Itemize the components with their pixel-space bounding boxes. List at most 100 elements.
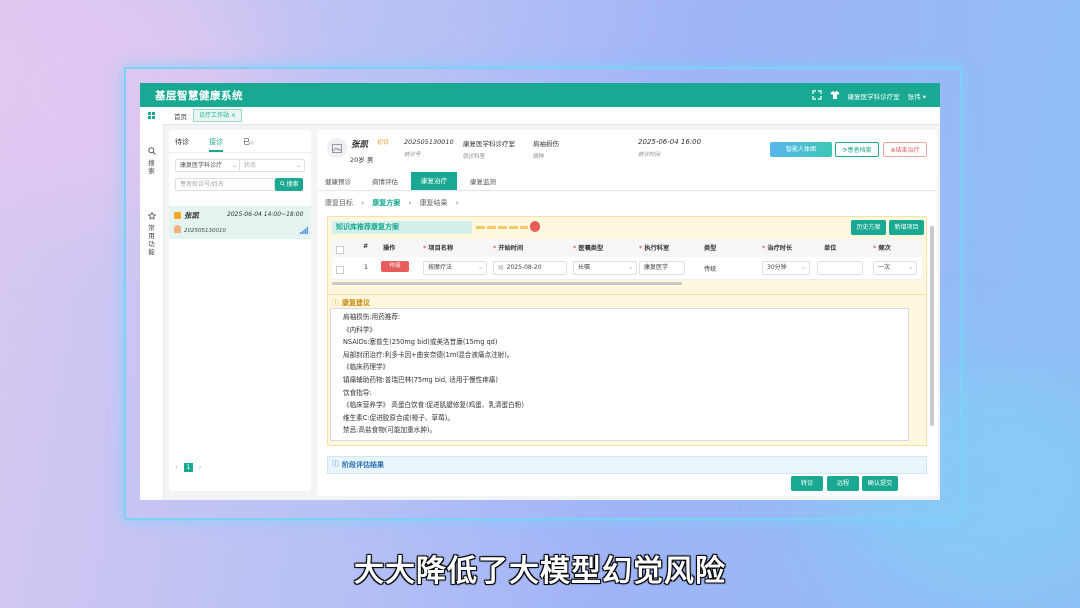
patient-age-gender: 20岁 男 xyxy=(350,156,374,164)
transfer-button[interactable]: 转诊 xyxy=(791,476,823,491)
user-name: 张伟 xyxy=(907,93,921,101)
col-name-label: 项目名称 xyxy=(428,245,454,252)
select-all-checkbox[interactable] xyxy=(336,246,344,254)
col-dept-label: 执行科室 xyxy=(644,245,670,252)
item-name-select[interactable]: 按摩疗法 ⌄ xyxy=(423,261,487,275)
shirt-icon xyxy=(830,90,840,102)
table-scrollbar[interactable] xyxy=(332,282,682,285)
user-menu[interactable]: 张伟 ▾ xyxy=(908,91,926,101)
col-freq: * 频次 xyxy=(873,245,891,252)
nav-common[interactable]: 常用功能 xyxy=(144,211,159,256)
vertical-scrollbar[interactable] xyxy=(930,226,934,426)
end-treatment-button[interactable]: ⊗结束治疗 xyxy=(883,142,927,157)
info-icon: ⓘ xyxy=(332,460,339,468)
left-nav: 搜索 常用功能 xyxy=(140,124,164,500)
confirm-submit-button[interactable]: 确认提交 xyxy=(862,476,898,491)
duration-select[interactable]: 30分钟 ⌄ xyxy=(762,261,810,275)
col-action: 操作 xyxy=(383,245,396,252)
row-type: 传统 xyxy=(704,266,717,273)
visit-time-label: 就诊时间 xyxy=(638,152,661,158)
advice-line: 镇痛辅助药物:普瑞巴林(75mg bid, 适用于慢性疼痛) xyxy=(343,375,498,384)
next-page-icon[interactable]: › xyxy=(199,463,202,471)
video-subtitle: 大大降低了大模型幻觉风险 xyxy=(354,554,726,589)
row-checkbox[interactable] xyxy=(336,266,344,274)
chevron-right-icon: › xyxy=(455,199,459,207)
visit-no-label: 就诊号 xyxy=(404,152,421,158)
exec-dept-select[interactable]: 康复医学 xyxy=(639,261,685,275)
void-button[interactable]: 作废 xyxy=(381,261,409,272)
tab-home[interactable]: 首页 xyxy=(174,111,187,121)
advice-textarea[interactable]: 肩袖损伤:用药推荐: 《内科学》 NSAIDs:塞普生(250mg bid)或美… xyxy=(330,308,909,441)
col-name: * 项目名称 xyxy=(423,245,454,252)
col-index: # xyxy=(363,243,369,250)
prev-page-icon[interactable]: ‹ xyxy=(175,463,178,471)
tab-workstation-label: 诊疗工作站 xyxy=(199,112,230,119)
page-number[interactable]: 1 xyxy=(183,463,193,472)
tab-done[interactable]: 已诊 xyxy=(243,137,254,152)
top-bar: 基层智慧健康系统 康复医学科诊疗室 张伟 ▾ xyxy=(140,83,940,107)
chevron-right-icon: › xyxy=(408,199,412,207)
tab-waiting[interactable]: 待诊 xyxy=(175,137,189,152)
dept-field: 康复医学科诊疗室 就诊科室 xyxy=(463,138,515,160)
step-plan[interactable]: 康复方案 xyxy=(372,199,400,207)
order-type-select[interactable]: 长嘱 ⌄ xyxy=(573,261,637,275)
tab-assessment[interactable]: 病情评估 xyxy=(372,176,398,186)
col-duration: * 治疗时长 xyxy=(762,245,793,252)
fullscreen-icon[interactable] xyxy=(812,90,822,102)
patient-card-id: 202505130010 xyxy=(184,228,226,234)
dept-label: 就诊科室 xyxy=(463,154,486,160)
info-icon: ⓘ xyxy=(332,299,339,307)
item-name-value: 按摩疗法 xyxy=(428,264,453,271)
stage-title: 阶段评估结果 xyxy=(342,461,384,469)
body-map-button[interactable]: 智能人体图 xyxy=(770,142,832,157)
section-tabs: 健康预诊 病情评估 康复治疗 康复监测 xyxy=(317,172,937,191)
tab-treatment[interactable]: 康复治疗 xyxy=(411,172,457,190)
advice-line: 肩袖损伤:用药推荐: xyxy=(343,313,401,321)
signal-icon xyxy=(300,227,308,236)
chevron-down-icon: ⌄ xyxy=(627,264,633,271)
tab-prediagnosis[interactable]: 健康预诊 xyxy=(325,176,351,186)
status-select[interactable]: 状态 ⌄ xyxy=(239,159,305,172)
chevron-down-icon: ⌄ xyxy=(800,264,806,271)
nav-search-label: 搜索 xyxy=(148,159,155,175)
start-date-picker[interactable]: ▤ 2025-08-20 xyxy=(493,261,567,275)
visit-time: 2025-06-04 16:00 xyxy=(638,138,702,146)
tab-done-suffix: 诊 xyxy=(250,140,254,145)
star-icon xyxy=(147,211,156,220)
plan-panel: 知识库推荐康复方案 历史方案 新增项目 xyxy=(327,216,927,296)
pager: ‹ 1 › xyxy=(175,463,201,472)
freq-value: 一次 xyxy=(878,264,891,271)
clinic-name: 康复医学科诊疗室 xyxy=(847,93,900,101)
advice-line: NSAIDs:塞普生(250mg bid)或美洛昔康(15mg qd) xyxy=(343,338,498,347)
tab-workstation[interactable]: 诊疗工作站 × xyxy=(193,109,242,122)
nav-search[interactable]: 搜索 xyxy=(144,147,159,175)
step-goal[interactable]: 康复目标 xyxy=(325,199,353,207)
freq-select[interactable]: 一次 ⌄ xyxy=(873,261,917,275)
col-start-label: 开始时间 xyxy=(498,245,524,252)
patient-card[interactable]: 张凯 2025-06-04 14:00~18:00 202505130010 xyxy=(169,206,311,239)
patient-badge-icon xyxy=(174,212,181,219)
search-icon xyxy=(147,147,156,155)
duration-value: 30分钟 xyxy=(767,264,787,271)
grid-menu-icon[interactable] xyxy=(148,112,155,119)
stage-assessment-panel[interactable]: ⓘ 阶段评估结果 xyxy=(327,456,927,474)
tab-close-icon[interactable]: × xyxy=(231,112,236,119)
step-result[interactable]: 康复结果 xyxy=(420,199,448,207)
exec-dept-value: 康复医学 xyxy=(644,264,669,271)
row-index: 1 xyxy=(364,264,368,271)
add-item-button[interactable]: 新增项目 xyxy=(889,220,924,235)
disease-label: 病种 xyxy=(533,154,545,160)
unit-input[interactable] xyxy=(817,261,863,275)
remote-button[interactable]: 远程 xyxy=(827,476,859,491)
history-plan-button[interactable]: 历史方案 xyxy=(851,220,886,235)
advice-line: 《临床营养学》 高蛋白饮食:促进肌腱修复(鸡蛋、乳清蛋白粉) xyxy=(343,401,524,410)
visit-time-field: 2025-06-04 16:00 就诊时间 xyxy=(638,138,701,158)
tab-receiving[interactable]: 接诊 xyxy=(209,137,223,152)
dept-select[interactable]: 康复医学科诊疗 ⌄ xyxy=(175,159,241,172)
col-duration-label: 治疗时长 xyxy=(767,245,793,252)
tab-monitoring[interactable]: 康复监测 xyxy=(470,176,496,186)
patient-search-input[interactable]: 患者就诊号/姓名 xyxy=(175,178,275,191)
patient-tabs: 待诊 接诊 已诊 xyxy=(175,137,254,152)
search-button[interactable]: 搜索 xyxy=(275,178,303,191)
patient-record-button[interactable]: ⟳患者档案 xyxy=(835,142,879,157)
